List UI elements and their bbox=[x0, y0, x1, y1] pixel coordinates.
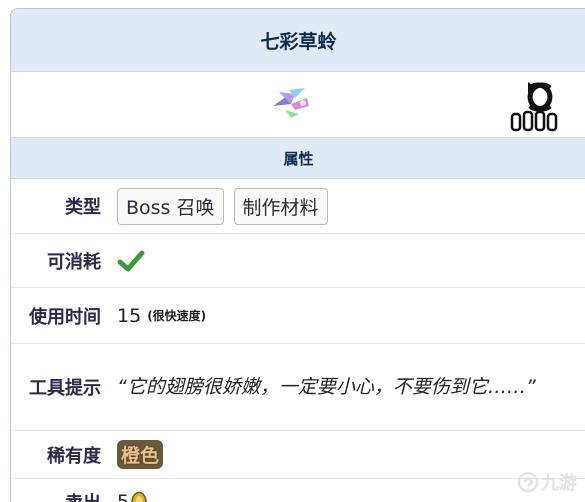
row-consumable: 可消耗 bbox=[11, 234, 585, 288]
gold-coin-icon bbox=[131, 491, 147, 502]
lacewing-sprite-icon bbox=[269, 84, 313, 120]
row-label-type: 类型 bbox=[11, 193, 117, 219]
row-label-sell: 卖出 bbox=[11, 489, 117, 502]
row-label-consumable: 可消耗 bbox=[11, 248, 117, 274]
row-label-rarity: 稀有度 bbox=[11, 442, 117, 468]
row-type: 类型 Boss 召唤 制作材料 bbox=[11, 179, 585, 234]
section-header-attributes: 属性 bbox=[11, 138, 585, 179]
check-icon bbox=[117, 249, 145, 273]
rarity-value: 橙色 bbox=[117, 440, 163, 469]
use-time-speed-note: (很快速度) bbox=[147, 307, 206, 324]
row-rarity: 稀有度 橙色 bbox=[11, 431, 585, 479]
tag-boss-summon[interactable]: Boss 召唤 bbox=[117, 188, 224, 225]
row-value-rarity: 橙色 bbox=[117, 440, 585, 469]
item-infobox: 七彩草蛉 属性 类型 Boss 召唤 制作材料 可消耗 bbox=[10, 8, 585, 502]
row-label-tooltip: 工具提示 bbox=[11, 374, 117, 400]
tag-crafting-material[interactable]: 制作材料 bbox=[234, 188, 328, 225]
item-title: 七彩草蛉 bbox=[11, 9, 585, 72]
row-value-use-time: 15 (很快速度) bbox=[117, 305, 585, 327]
row-tooltip: 工具提示 “它的翅膀很娇嫩，一定要小心，不要伤到它……” bbox=[11, 344, 585, 431]
use-time-value: 15 bbox=[117, 305, 141, 327]
watermark: 九游 bbox=[517, 469, 577, 495]
item-image-row bbox=[11, 72, 585, 138]
tooltip-text: “它的翅膀很娇嫩，一定要小心，不要伤到它……” bbox=[117, 369, 556, 405]
row-value-type: Boss 召唤 制作材料 bbox=[117, 188, 585, 225]
row-sell: 卖出 5 bbox=[11, 479, 585, 502]
watermark-text: 九游 bbox=[541, 469, 577, 495]
row-value-consumable bbox=[117, 249, 585, 273]
row-label-use-time: 使用时间 bbox=[11, 303, 117, 329]
watermark-logo-icon bbox=[517, 471, 539, 493]
sell-value: 5 bbox=[117, 491, 129, 502]
row-value-tooltip: “它的翅膀很娇嫩，一定要小心，不要伤到它……” bbox=[117, 369, 585, 405]
row-value-sell: 5 bbox=[117, 491, 585, 502]
autoswing-hand-icon bbox=[506, 76, 568, 132]
row-use-time: 使用时间 15 (很快速度) bbox=[11, 288, 585, 344]
